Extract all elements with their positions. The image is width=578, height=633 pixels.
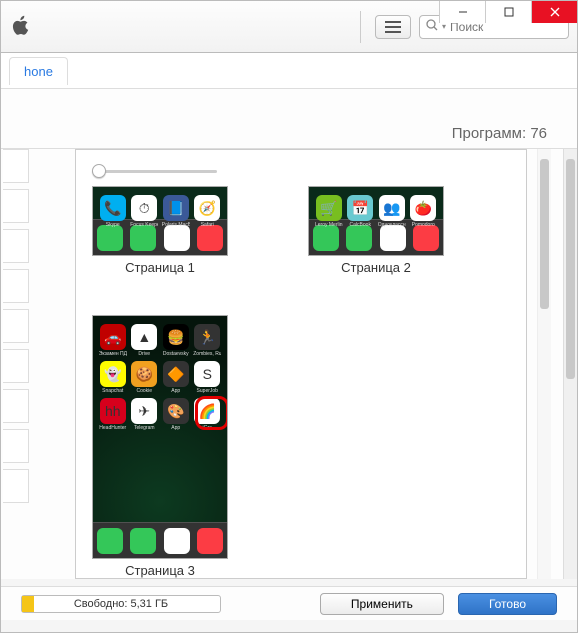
list-item[interactable] bbox=[3, 469, 29, 503]
app-icon-label: Leroy Merlin bbox=[315, 222, 343, 228]
app-icon-label: Drive bbox=[130, 351, 158, 357]
app-icon[interactable]: 📅 bbox=[347, 195, 373, 221]
close-button[interactable] bbox=[531, 1, 577, 23]
app-icon[interactable]: 👻 bbox=[100, 361, 126, 387]
page-label: Страница 3 bbox=[125, 563, 195, 578]
toolbar-divider bbox=[360, 11, 361, 43]
maximize-button[interactable] bbox=[485, 1, 531, 23]
home-screen-page[interactable]: 🛒Leroy Merlin 📅CalcBook 👥Одноклассники 🍅Pom… bbox=[308, 186, 444, 275]
home-screen-pages-panel: 📞Skype ⏱Focus Keeper 📘Polaris MacBy 🧭Safari… bbox=[75, 149, 527, 579]
app-icon[interactable]: 🔶 bbox=[163, 361, 189, 387]
app-icon-label: App bbox=[162, 388, 190, 394]
app-icon-label: Safari bbox=[193, 222, 221, 228]
app-icon[interactable]: ✈ bbox=[131, 398, 157, 424]
app-icon[interactable]: 🍔 bbox=[163, 324, 189, 350]
list-item[interactable] bbox=[3, 429, 29, 463]
dropdown-caret-icon: ▾ bbox=[442, 22, 446, 31]
home-screen-page[interactable]: 🚗Экзамен ПДД ▲Drive 🍔Dostaevsky 🏃Zombies, R… bbox=[92, 315, 228, 578]
left-sidebar-stubs bbox=[3, 149, 29, 579]
list-item[interactable] bbox=[3, 349, 29, 383]
apple-logo-icon bbox=[9, 13, 33, 40]
app-icon[interactable]: 🍅 bbox=[410, 195, 436, 221]
app-icon[interactable]: 🧭 bbox=[194, 195, 220, 221]
app-icon[interactable]: 👥 bbox=[379, 195, 405, 221]
phone-wallpaper: 🚗Экзамен ПДД ▲Drive 🍔Dostaevsky 🏃Zombies, R… bbox=[93, 316, 227, 522]
main-panel: 📞Skype ⏱Focus Keeper 📘Polaris MacBy 🧭Safari… bbox=[1, 149, 577, 579]
app-icon[interactable]: 🏃 bbox=[194, 324, 220, 350]
window-controls bbox=[439, 1, 577, 23]
scrollbar-thumb[interactable] bbox=[566, 159, 575, 379]
apps-count-value: 76 bbox=[530, 125, 547, 142]
tabs-strip: hone bbox=[1, 53, 577, 89]
app-icon-label: HeadHunter bbox=[99, 425, 127, 431]
app-icon-label: Zombies, Run bbox=[193, 351, 221, 357]
page-label: Страница 1 bbox=[125, 260, 195, 275]
app-icon-label: App bbox=[162, 425, 190, 431]
search-icon bbox=[426, 19, 438, 34]
app-icon-label: CalcBook bbox=[346, 222, 374, 228]
inner-scrollbar[interactable] bbox=[537, 149, 551, 579]
bottom-bar: Свободно: 5,31 ГБ Применить Готово bbox=[1, 586, 577, 620]
tab-device[interactable]: hone bbox=[9, 57, 68, 85]
app-icon[interactable]: S bbox=[194, 361, 220, 387]
dock-app-icon[interactable] bbox=[164, 528, 190, 554]
app-icon-label: Snapchat bbox=[99, 388, 127, 394]
dock-app-icon[interactable] bbox=[130, 528, 156, 554]
phone-wallpaper: 📞Skype⏱Focus Keeper📘Polaris MacBy🧭Safari bbox=[93, 187, 227, 219]
slider-track bbox=[92, 170, 217, 173]
list-view-button[interactable] bbox=[375, 15, 411, 39]
app-icon-label: Telegram bbox=[130, 425, 158, 431]
app-icon-label: iGra bbox=[193, 425, 221, 431]
list-item[interactable] bbox=[3, 149, 29, 183]
outer-scrollbar[interactable] bbox=[563, 149, 577, 579]
phone-wallpaper: 🛒Leroy Merlin📅CalcBook👥Одноклассники🍅Pom… bbox=[309, 187, 443, 219]
pages-grid: 📞Skype ⏱Focus Keeper 📘Polaris MacBy 🧭Safari… bbox=[76, 184, 526, 579]
phone-preview[interactable]: 🛒Leroy Merlin 📅CalcBook 👥Одноклассники 🍅Pom… bbox=[308, 186, 444, 256]
phone-preview[interactable]: 📞Skype ⏱Focus Keeper 📘Polaris MacBy 🧭Safari bbox=[92, 186, 228, 256]
dock-app-icon[interactable] bbox=[197, 528, 223, 554]
app-icon[interactable]: hh bbox=[100, 398, 126, 424]
scrollbar-thumb[interactable] bbox=[540, 159, 549, 309]
home-screen-page[interactable]: 📞Skype ⏱Focus Keeper 📘Polaris MacBy 🧭Safari… bbox=[92, 186, 228, 275]
app-icon-label: Skype bbox=[99, 222, 127, 228]
app-icon[interactable]: 🎨 bbox=[163, 398, 189, 424]
list-item[interactable] bbox=[3, 189, 29, 223]
slider-knob[interactable] bbox=[92, 164, 106, 178]
app-icon-label: Pomodoro bbox=[409, 222, 437, 228]
app-icon[interactable]: ▲ bbox=[131, 324, 157, 350]
list-item[interactable] bbox=[3, 389, 29, 423]
apply-button[interactable]: Применить bbox=[320, 593, 444, 615]
app-icon-label: Focus Keeper bbox=[130, 222, 158, 228]
app-icon-label: Cookie bbox=[130, 388, 158, 394]
minimize-button[interactable] bbox=[439, 1, 485, 23]
list-item[interactable] bbox=[3, 229, 29, 263]
done-button[interactable]: Готово bbox=[458, 593, 557, 615]
app-icon-label: SuperJob bbox=[193, 388, 221, 394]
zoom-slider[interactable] bbox=[92, 162, 510, 180]
app-icon[interactable]: 📘 bbox=[163, 195, 189, 221]
storage-label: Свободно: 5,31 ГБ bbox=[74, 598, 168, 610]
app-icon[interactable]: 📞 bbox=[100, 195, 126, 221]
phone-dock bbox=[93, 522, 227, 558]
app-icon-label: Одноклассники bbox=[378, 222, 406, 228]
app-icon[interactable]: 🛒 bbox=[316, 195, 342, 221]
app-icon[interactable]: 🌈 bbox=[194, 398, 220, 424]
app-icon[interactable]: ⏱ bbox=[131, 195, 157, 221]
app-icon-label: Polaris MacBy bbox=[162, 222, 190, 228]
app-icon-label: Экзамен ПДД bbox=[99, 351, 127, 357]
dock-app-icon[interactable] bbox=[97, 528, 123, 554]
storage-indicator: Свободно: 5,31 ГБ bbox=[21, 595, 221, 613]
apps-count-label: Программ: bbox=[452, 125, 526, 142]
app-icon[interactable]: 🚗 bbox=[100, 324, 126, 350]
app-icon-label: Dostaevsky bbox=[162, 351, 190, 357]
list-item[interactable] bbox=[3, 269, 29, 303]
list-item[interactable] bbox=[3, 309, 29, 343]
page-label: Страница 2 bbox=[341, 260, 411, 275]
app-icon[interactable]: 🍪 bbox=[131, 361, 157, 387]
phone-preview[interactable]: 🚗Экзамен ПДД ▲Drive 🍔Dostaevsky 🏃Zombies, R… bbox=[92, 315, 228, 559]
apps-count-bar: Программ: 76 bbox=[1, 89, 577, 149]
storage-used-segment bbox=[22, 596, 34, 612]
